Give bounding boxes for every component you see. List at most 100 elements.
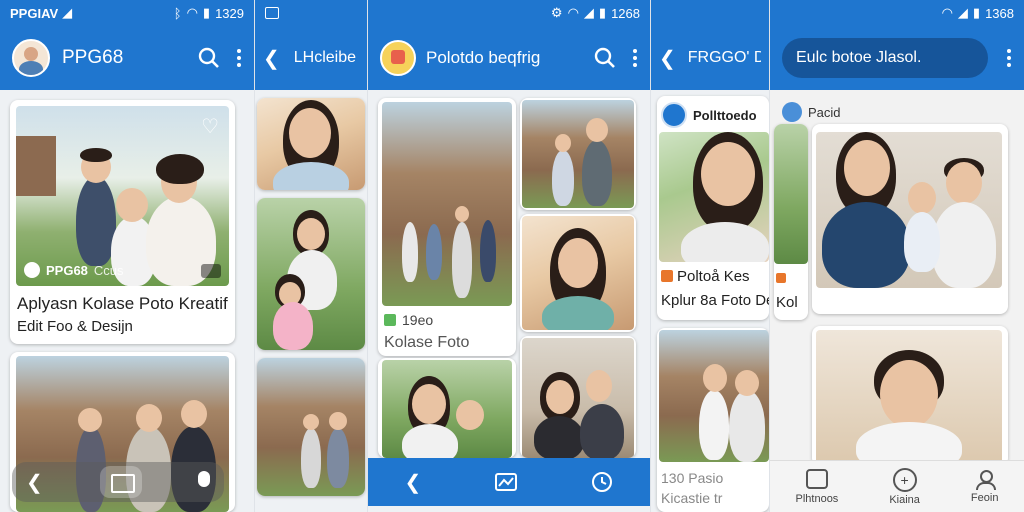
section-header: Pacid [782, 102, 841, 122]
heart-icon[interactable]: ♡ [201, 114, 219, 139]
card-title: Aplyasn Kolase Poto Kreatif [17, 294, 228, 313]
back-icon[interactable]: ❮ [659, 46, 676, 71]
search-icon[interactable] [198, 47, 220, 69]
signal-icon: ◢ [62, 5, 73, 20]
app-title: LHcleibe [293, 49, 357, 66]
screen-2: ❮ LHcleibe [255, 0, 367, 512]
status-bar: ⚙ ◠ ◢ ▮ 1268 [368, 0, 650, 26]
app-bar: ❮ FRGGO' DI [651, 26, 769, 90]
mother-child-photo [382, 360, 512, 458]
profile-icon [975, 470, 996, 490]
nav-item-camera[interactable]: + Kiaina [889, 468, 920, 506]
child-portrait-photo [816, 330, 1002, 466]
mic-icon[interactable] [198, 471, 210, 487]
bottom-nav: ❮ [12, 462, 224, 502]
portrait-photo [659, 132, 769, 262]
photo-card[interactable]: Kol [774, 124, 808, 320]
app-logo-icon[interactable] [380, 40, 416, 76]
family-photo: ♡ PPG68 Ccus [16, 106, 229, 286]
photo-card[interactable] [812, 326, 1008, 466]
more-icon[interactable] [236, 48, 242, 68]
card-subtitle: Edit Foo & Desijn [17, 318, 133, 335]
back-icon[interactable]: ❮ [405, 470, 422, 495]
photo-card[interactable] [257, 98, 365, 190]
status-bar [255, 0, 367, 26]
nav-item-photos[interactable]: Plhtnoos [796, 469, 838, 505]
status-bar [651, 0, 769, 26]
app-title: FRGGO' DI [687, 49, 761, 66]
collage-icon [661, 270, 673, 282]
photo-card[interactable]: ♡ PPG68 Ccus Aplyasn Kolase Poto Kreatif… [10, 100, 235, 344]
photo-card[interactable]: Pollttoedo Poltoå Kes Kplur 8a Foto De [657, 96, 769, 320]
card-subtitle: Kplur 8a Foto De [661, 292, 769, 309]
search-icon[interactable] [594, 47, 616, 69]
bottom-nav: ❮ [368, 458, 650, 506]
alarm-icon: ⚙ [550, 5, 563, 20]
back-icon[interactable]: ❮ [263, 46, 280, 71]
family-outdoor-photo [522, 100, 634, 208]
screen-5: ◠ ◢ ▮ 1368 Eulc botoe Jlasol. Pacid Kol [770, 0, 1024, 512]
app-logo-icon [24, 262, 40, 278]
app-bar: ❮ LHcleibe [255, 26, 367, 90]
signal-icon: ◢ [583, 5, 594, 20]
village-crowd-photo [382, 102, 512, 306]
app-bar: Polotdo beqfrig [368, 26, 650, 90]
photo-caption: Kicastie tr [661, 490, 723, 506]
add-icon: + [892, 468, 917, 492]
battery-icon: ▮ [598, 5, 607, 20]
screen-1: PPGIAV ◢ ᛒ ◠ ▮ 1329 PPG68 ♡ PPG68 Ccus A… [0, 0, 254, 512]
bluetooth-icon: ᛒ [173, 5, 182, 21]
battery-icon: ▮ [202, 5, 211, 20]
home-icon[interactable] [100, 466, 142, 498]
status-time: 1368 [985, 5, 1014, 21]
family-photo [816, 132, 1002, 288]
app-title: PPG68 [62, 47, 124, 68]
photo-card[interactable] [257, 358, 365, 496]
wifi-icon: ◠ [186, 5, 198, 20]
clock-icon[interactable] [591, 471, 613, 493]
portrait-photo [257, 98, 365, 190]
gallery-icon[interactable] [494, 471, 518, 493]
status-bar: PPGIAV ◢ ᛒ ◠ ▮ 1329 [0, 0, 254, 26]
search-input[interactable]: Eulc botoe Jlasol. [782, 38, 988, 78]
side-label-text: Kol [776, 294, 798, 311]
more-icon[interactable] [1006, 48, 1012, 68]
more-icon[interactable] [632, 48, 638, 68]
photo-card[interactable] [520, 214, 636, 332]
screen-4: ❮ FRGGO' DI Pollttoedo Poltoå Kes Kplur … [651, 0, 769, 512]
photo-card[interactable] [257, 198, 365, 350]
photo-card[interactable] [378, 358, 516, 458]
screen-icon [265, 7, 279, 19]
photo-count: 130 Pasio [661, 470, 724, 486]
app-logo-icon [661, 102, 687, 128]
photo-caption: Kolase Foto [384, 334, 470, 351]
family-photo [659, 330, 769, 462]
wifi-icon: ◠ [941, 5, 953, 20]
avatar[interactable] [12, 39, 50, 77]
app-bar: Eulc botoe Jlasol. [770, 26, 1024, 90]
photo-card[interactable] [520, 98, 636, 210]
status-left-text: PPGIAV [10, 5, 59, 21]
counter-badge-icon [201, 264, 221, 278]
photo-count: 19eo [384, 312, 433, 328]
photo-count-icon [384, 314, 396, 326]
photo-card[interactable]: 130 Pasio Kicastie tr [657, 328, 769, 512]
wifi-icon: ◠ [567, 5, 579, 20]
app-title: Polotdo beqfrig [426, 48, 541, 67]
photo-card[interactable] [520, 336, 636, 458]
side-label [776, 270, 786, 286]
back-icon[interactable]: ❮ [26, 470, 43, 495]
photo-card[interactable] [812, 124, 1008, 314]
download-icon [782, 102, 802, 122]
photo-card[interactable]: 19eo Kolase Foto [378, 98, 516, 356]
couple-photo [522, 338, 634, 458]
chat-icon [805, 469, 828, 489]
brand-row: Pollttoedo [661, 102, 757, 128]
status-time: 1268 [611, 5, 640, 21]
battery-icon: ▮ [972, 5, 981, 20]
portrait-photo [522, 216, 634, 330]
nav-item-profile[interactable]: Feoin [971, 470, 998, 504]
village-photo [257, 358, 365, 496]
mother-child-photo [257, 198, 365, 350]
status-time: 1329 [215, 5, 244, 21]
